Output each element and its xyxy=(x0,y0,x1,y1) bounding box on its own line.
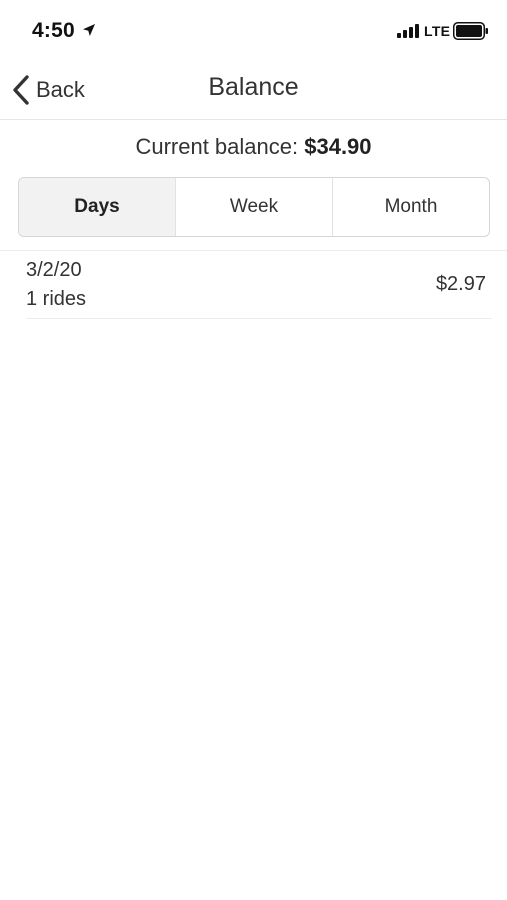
cellular-signal-icon xyxy=(397,24,419,38)
entry-date: 3/2/20 xyxy=(26,259,82,281)
navigation-bar: Back Balance xyxy=(0,58,507,120)
balance-label: Current balance: xyxy=(135,134,299,159)
period-segmented-control: Days Week Month xyxy=(18,177,490,237)
balance-screen: 4:50 LTE Back Balance Current balance: $… xyxy=(0,0,507,900)
tab-week[interactable]: Week xyxy=(176,178,333,236)
page-title: Balance xyxy=(208,73,299,101)
location-arrow-icon xyxy=(83,24,95,36)
entry-amount: $2.97 xyxy=(435,273,486,295)
network-type-label: LTE xyxy=(424,23,451,39)
current-balance: Current balance: $34.90 xyxy=(0,134,507,160)
balance-value: $34.90 xyxy=(304,134,372,159)
entry-rides: 1 rides xyxy=(26,288,87,310)
status-bar: 4:50 LTE xyxy=(0,0,507,58)
tab-month[interactable]: Month xyxy=(333,178,489,236)
status-time: 4:50 xyxy=(32,19,75,42)
list-item[interactable]: 3/2/20 1 rides $2.97 xyxy=(26,251,492,319)
battery-icon xyxy=(453,22,488,40)
tab-days[interactable]: Days xyxy=(19,178,176,236)
